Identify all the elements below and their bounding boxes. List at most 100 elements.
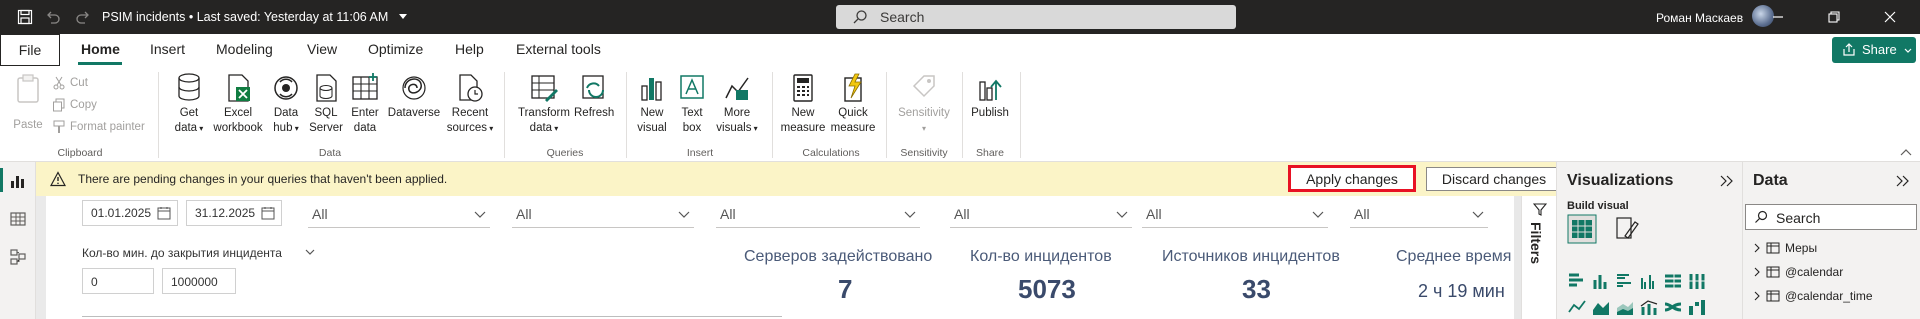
minimize-icon[interactable] — [1770, 9, 1786, 25]
line-chart-icon[interactable] — [1567, 298, 1587, 316]
quick-measure-icon — [844, 73, 862, 102]
sensitivity-button[interactable]: Sensitivity ▾ — [894, 72, 954, 136]
document-title[interactable]: PSIM incidents • Last saved: Yesterday a… — [102, 10, 408, 24]
chevron-right-icon[interactable] — [1753, 243, 1761, 253]
cut-button[interactable]: Cut — [52, 76, 88, 90]
slicer-dropdown[interactable]: All — [308, 202, 490, 228]
more-visuals-button[interactable]: More visuals ▾ — [712, 72, 762, 136]
format-painter-button[interactable]: Format painter — [52, 120, 145, 134]
paste-button[interactable]: Paste — [10, 72, 46, 133]
filters-pane-collapsed[interactable]: Filters — [1521, 196, 1556, 319]
excel-label-2: workbook — [213, 122, 263, 134]
redo-icon[interactable] — [74, 8, 92, 26]
restore-icon[interactable] — [1826, 9, 1842, 25]
sql-server-icon — [316, 74, 337, 102]
tab-help[interactable]: Help — [455, 41, 484, 57]
publish-button[interactable]: Publish — [968, 72, 1012, 121]
dataverse-button[interactable]: Dataverse — [384, 72, 444, 121]
stacked-bar-chart-icon[interactable] — [1567, 272, 1587, 290]
enter-data-button[interactable]: Enter data — [348, 72, 382, 136]
line-and-column-chart-icon[interactable] — [1639, 298, 1659, 316]
slicer-dropdown[interactable]: All — [1142, 202, 1328, 228]
recent-sources-button[interactable]: Recent sources ▾ — [446, 72, 494, 136]
clustered-column-chart-icon[interactable] — [1639, 272, 1659, 290]
ribbon-chart-icon[interactable] — [1663, 298, 1683, 316]
share-button[interactable]: Share — [1832, 37, 1916, 63]
apply-changes-button[interactable]: Apply changes — [1288, 165, 1416, 192]
date-from-input[interactable]: 01.01.2025 — [82, 200, 178, 226]
data-table-item[interactable]: @calendar — [1753, 265, 1843, 279]
stacked-column-chart-icon[interactable] — [1591, 272, 1611, 290]
table-view-icon[interactable] — [9, 210, 27, 228]
new-measure-button[interactable]: New measure — [780, 72, 826, 136]
file-menu[interactable]: File — [0, 34, 60, 66]
close-icon[interactable] — [1882, 9, 1898, 25]
calendar-icon[interactable] — [157, 206, 171, 220]
tab-modeling[interactable]: Modeling — [216, 41, 273, 57]
share-label: Share — [1862, 42, 1897, 57]
chevron-right-icon[interactable] — [1753, 267, 1761, 277]
share-icon — [1843, 43, 1855, 56]
text-box-button[interactable]: Text box — [676, 72, 708, 136]
data-table-item[interactable]: @calendar_time — [1753, 289, 1873, 303]
data-hub-button[interactable]: Data hub ▾ — [268, 72, 304, 136]
filters-label: Filters — [1528, 222, 1544, 265]
vertical-scrollbar[interactable] — [1514, 196, 1521, 319]
chevron-up-icon[interactable] — [1900, 148, 1912, 156]
100-stacked-column-chart-icon[interactable] — [1687, 272, 1707, 290]
hub-label-1: Data — [273, 107, 299, 119]
group-label-queries: Queries — [546, 147, 584, 159]
slicer-dropdown[interactable]: All — [950, 202, 1132, 228]
data-search-input[interactable]: Search — [1745, 204, 1917, 230]
table-icon — [1766, 242, 1780, 254]
100-stacked-bar-chart-icon[interactable] — [1663, 272, 1683, 290]
data-table-item[interactable]: Меры — [1753, 241, 1817, 255]
clustered-bar-chart-icon[interactable] — [1615, 272, 1635, 290]
more-label-2: visuals — [716, 122, 752, 134]
tab-insert[interactable]: Insert — [150, 41, 185, 57]
build-visual-tab-icon[interactable] — [1567, 214, 1597, 244]
chevron-down-icon — [1312, 211, 1324, 218]
refresh-button[interactable]: Refresh — [574, 72, 614, 121]
double-chevron-right-icon[interactable] — [1895, 174, 1911, 188]
user-name[interactable]: Роман Маскаев — [1656, 11, 1743, 25]
quick-label-1: Quick — [838, 107, 868, 119]
range-slicer-title: Кол-во мин. до закрытия инцидента — [82, 246, 282, 260]
slicer-dropdown[interactable]: All — [512, 202, 694, 228]
range-max-input[interactable]: 1000000 — [162, 268, 236, 294]
report-view-icon[interactable] — [9, 172, 27, 190]
tab-external-tools[interactable]: External tools — [516, 41, 601, 57]
save-icon[interactable] — [16, 8, 34, 26]
waterfall-chart-icon[interactable] — [1687, 298, 1707, 316]
quick-measure-button[interactable]: Quick measure — [830, 72, 876, 136]
chevron-down-icon[interactable] — [304, 246, 316, 258]
slicer-value: All — [516, 206, 532, 222]
get-data-button[interactable]: Get data ▾ — [172, 72, 206, 136]
sql-server-button[interactable]: SQL Server — [308, 72, 344, 136]
excel-workbook-button[interactable]: Excel workbook — [210, 72, 266, 136]
slicer-dropdown[interactable]: All — [1350, 202, 1488, 228]
format-visual-tab-icon[interactable] — [1611, 214, 1641, 244]
calendar-icon[interactable] — [261, 206, 275, 220]
search-box[interactable]: Search — [836, 5, 1236, 29]
range-min-input[interactable]: 0 — [82, 268, 154, 294]
double-chevron-right-icon[interactable] — [1719, 174, 1735, 188]
new-visual-button[interactable]: New visual — [636, 72, 668, 136]
model-view-icon[interactable] — [9, 248, 27, 266]
date-to-input[interactable]: 31.12.2025 — [186, 200, 282, 226]
discard-changes-button[interactable]: Discard changes — [1426, 167, 1562, 191]
slicer-dropdown[interactable]: All — [716, 202, 920, 228]
sql-label-1: SQL — [314, 107, 338, 119]
dropdown-icon[interactable] — [398, 13, 408, 21]
tab-view[interactable]: View — [307, 41, 337, 57]
ribbon-divider — [626, 72, 627, 158]
undo-icon[interactable] — [44, 8, 62, 26]
area-chart-icon[interactable] — [1591, 298, 1611, 316]
stacked-area-chart-icon[interactable] — [1615, 298, 1635, 316]
tab-optimize[interactable]: Optimize — [368, 41, 423, 57]
chevron-right-icon[interactable] — [1753, 291, 1761, 301]
copy-button[interactable]: Copy — [52, 98, 97, 112]
ribbon-divider — [772, 72, 773, 158]
transform-data-button[interactable]: Transform data ▾ — [514, 72, 574, 136]
tab-home[interactable]: Home — [81, 41, 120, 57]
